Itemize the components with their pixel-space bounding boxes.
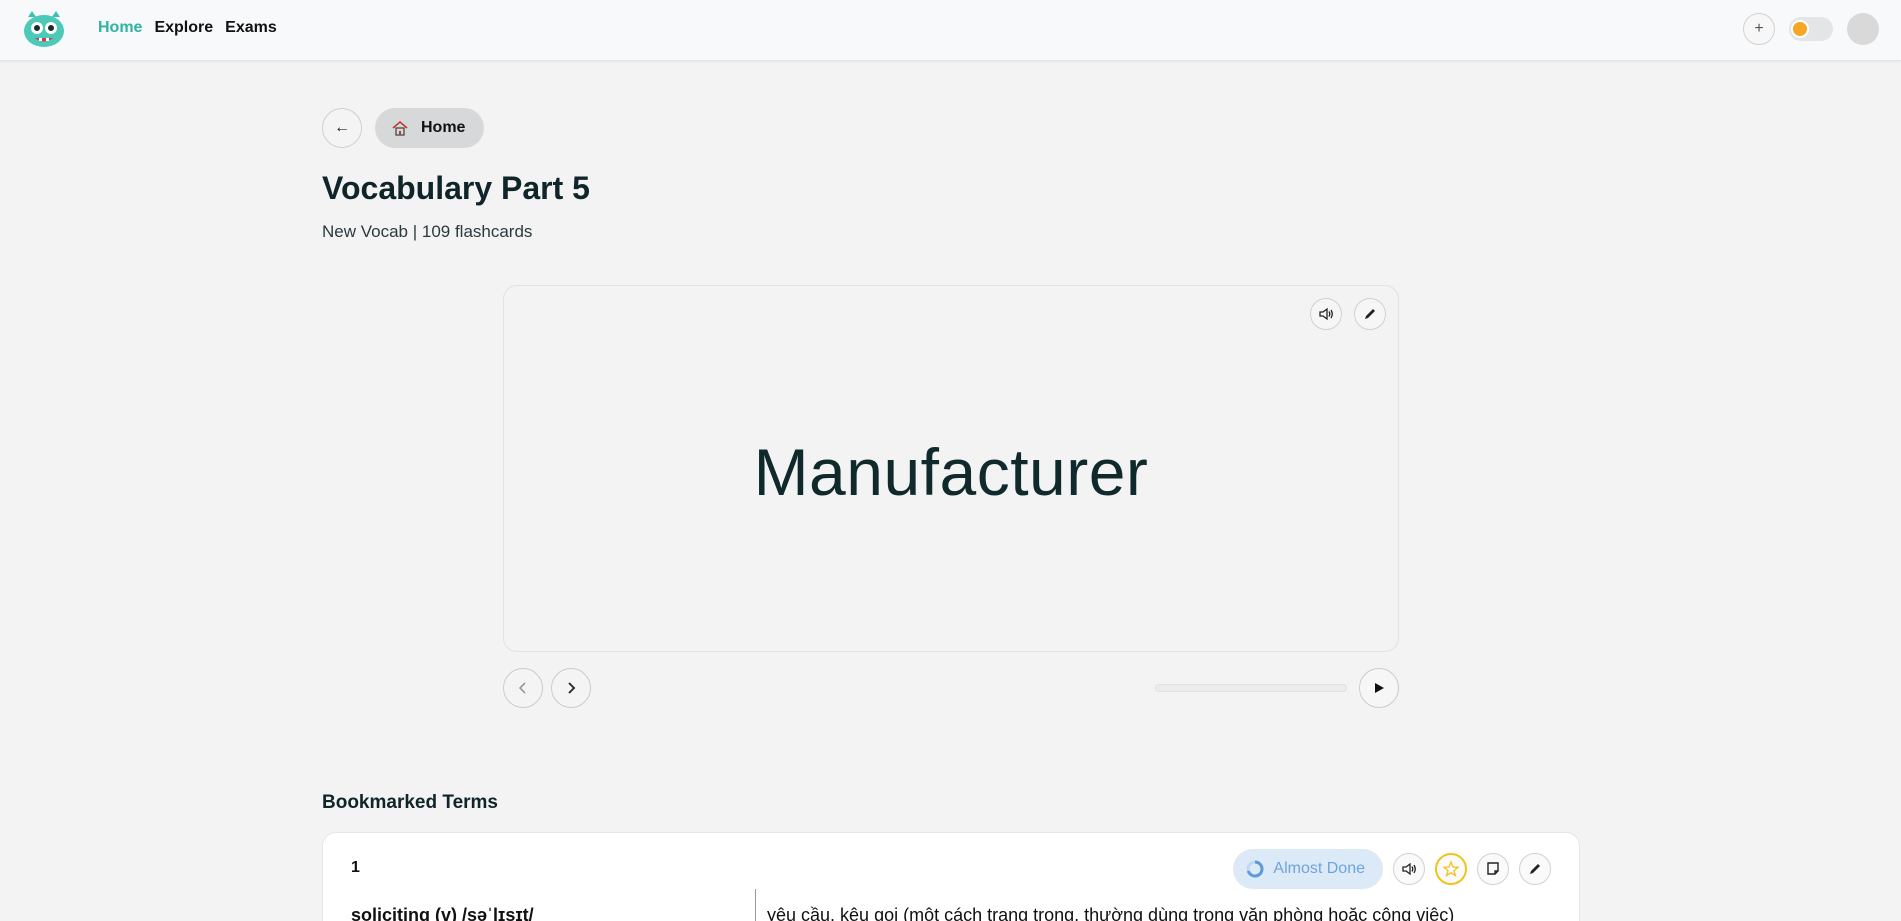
- page-title: Vocabulary Part 5: [322, 170, 590, 206]
- main-nav: Home Explore Exams: [98, 19, 277, 37]
- pencil-icon: [1365, 309, 1375, 319]
- monster-logo-icon[interactable]: [22, 9, 66, 49]
- nav-home-link[interactable]: Home: [98, 19, 142, 37]
- add-button[interactable]: +: [1743, 13, 1775, 45]
- previous-card-button[interactable]: [503, 668, 543, 708]
- bookmarked-term-card: 1 Almost Done soliciting (v) /səˈlɪsɪt/ …: [322, 832, 1580, 921]
- speaker-icon: [1319, 307, 1333, 321]
- term-definition: yêu cầu, kêu gọi (một cách trang trọng, …: [767, 905, 1455, 921]
- nav-exams-link[interactable]: Exams: [225, 19, 277, 37]
- note-button[interactable]: [1477, 853, 1509, 885]
- avatar[interactable]: [1847, 13, 1879, 45]
- term-audio-button[interactable]: [1393, 853, 1425, 885]
- page-subtitle: New Vocab | 109 flashcards: [322, 222, 533, 241]
- back-button[interactable]: ←: [322, 108, 362, 148]
- theme-toggle[interactable]: [1789, 17, 1833, 41]
- term-word: soliciting (v) /səˈlɪsɪt/: [351, 905, 534, 921]
- top-right-controls: +: [1743, 13, 1879, 45]
- term-index: 1: [351, 859, 360, 876]
- status-label: Almost Done: [1273, 860, 1365, 877]
- term-tools: Almost Done: [1233, 849, 1551, 889]
- term-edit-button[interactable]: [1519, 853, 1551, 885]
- bookmarked-section-title: Bookmarked Terms: [322, 792, 498, 813]
- top-navbar: Home Explore Exams +: [0, 0, 1901, 61]
- edit-button[interactable]: [1354, 298, 1386, 330]
- autoplay-button[interactable]: [1359, 668, 1399, 708]
- chevron-right-icon: [568, 682, 576, 694]
- flashcard-term: Manufacturer: [753, 435, 1149, 509]
- next-card-button[interactable]: [551, 668, 591, 708]
- pencil-icon: [1530, 864, 1540, 874]
- flashcard-controls: [503, 668, 1399, 708]
- audio-button[interactable]: [1310, 298, 1342, 330]
- nav-explore-link[interactable]: Explore: [154, 19, 213, 37]
- flashcard-actions: [1310, 298, 1386, 330]
- progress-ring-icon: [1246, 860, 1264, 878]
- plus-icon: +: [1754, 20, 1764, 37]
- flashcard[interactable]: Manufacturer: [503, 285, 1399, 652]
- note-icon: [1487, 862, 1499, 875]
- flashcard-progress-bar: [1155, 684, 1347, 692]
- chevron-left-icon: [518, 682, 526, 694]
- term-divider: [755, 889, 756, 921]
- status-badge[interactable]: Almost Done: [1233, 849, 1383, 889]
- star-icon: [1442, 860, 1460, 878]
- speaker-icon: [1402, 862, 1416, 876]
- sun-icon: [1793, 22, 1807, 36]
- bookmark-star-button[interactable]: [1435, 853, 1467, 885]
- breadcrumb-home[interactable]: Home: [375, 108, 484, 148]
- play-icon: [1375, 683, 1384, 693]
- breadcrumb-home-label: Home: [421, 119, 466, 136]
- arrow-left-icon: ←: [334, 119, 350, 136]
- home-icon: [392, 120, 408, 136]
